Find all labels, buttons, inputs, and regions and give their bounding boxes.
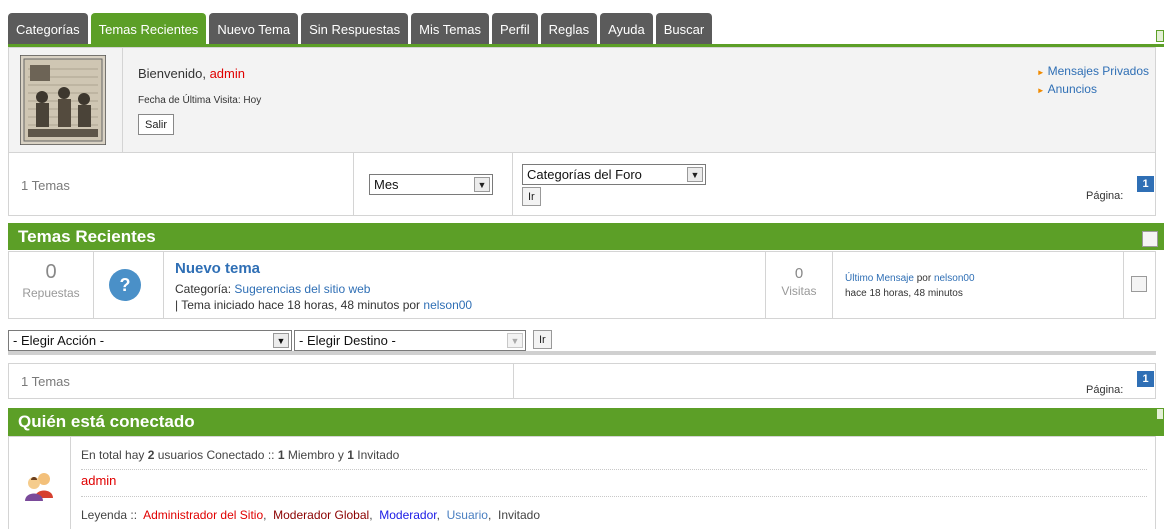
divider	[513, 364, 514, 398]
welcome-panel: Bienvenido, admin Fecha de Última Visita…	[8, 47, 1156, 153]
topic-started: | Tema iniciado hace 18 horas, 48 minuto…	[175, 298, 472, 312]
last-visit: Fecha de Última Visita: Hoy	[138, 95, 261, 106]
online-members: 1	[277, 448, 285, 462]
replies-stat: 0 Repuestas	[9, 252, 93, 300]
chevron-down-icon: ▼	[687, 167, 703, 182]
period-select[interactable]: Mes ▼	[369, 174, 493, 195]
filter-bar: 1 Temas Mes ▼ Categorías del Foro ▼ Ir P…	[8, 152, 1156, 216]
legend-global-moderator: Moderador Global	[273, 508, 370, 522]
tab-ayuda[interactable]: Ayuda	[600, 13, 653, 45]
tab-nuevo-tema[interactable]: Nuevo Tema	[209, 13, 299, 45]
replies-count: 0	[45, 261, 57, 283]
topics-count: 1 Temas	[21, 374, 70, 389]
views-stat: 0 Visitas	[766, 252, 832, 298]
online-user-list: admin	[81, 473, 1147, 497]
by-label: por	[916, 273, 932, 284]
destination-select[interactable]: - Elegir Destino - ▼	[294, 330, 526, 351]
divider	[163, 252, 164, 318]
private-messages-link[interactable]: ► Mensajes Privados	[1037, 63, 1149, 81]
avatar	[20, 55, 106, 145]
greeting-label: Bienvenido,	[138, 66, 206, 81]
topic-checkbox[interactable]	[1131, 276, 1147, 292]
action-select[interactable]: - Elegir Acción - ▼	[8, 330, 292, 351]
bottom-pagination: 1 Temas Página: 1	[8, 363, 1156, 399]
online-total: 2	[147, 448, 155, 462]
category-label: Categoría:	[175, 282, 232, 296]
tab-perfil[interactable]: Perfil	[492, 13, 538, 45]
collapse-toggle-icon[interactable]	[1156, 30, 1164, 42]
divider	[832, 252, 833, 318]
last-message-time: hace 18 horas, 48 minutos	[845, 288, 963, 299]
select-all-checkbox[interactable]	[1142, 231, 1158, 247]
views-count: 0	[794, 265, 804, 282]
last-message-user[interactable]: nelson00	[934, 273, 975, 284]
author-link[interactable]: nelson00	[423, 298, 472, 312]
moderation-bar: - Elegir Acción - ▼ - Elegir Destino - ▼…	[8, 319, 1156, 355]
question-icon: ?	[109, 269, 141, 301]
recent-topics-header: Temas Recientes	[8, 223, 1164, 250]
welcome-greeting: Bienvenido, admin	[138, 66, 245, 81]
views-label: Visitas	[781, 284, 817, 298]
main-tabs: Categorías Temas Recientes Nuevo Tema Si…	[8, 13, 713, 45]
replies-label: Repuestas	[22, 286, 80, 300]
announcements-link[interactable]: ► Anuncios	[1037, 81, 1149, 99]
legend-admin: Administrador del Sitio	[143, 508, 264, 522]
page-label: Página:	[1086, 384, 1124, 396]
divider	[1123, 252, 1124, 318]
section-title: Quién está conectado	[18, 412, 195, 431]
last-visit-label: Fecha de Última Visita:	[138, 95, 241, 106]
chevron-down-icon: ▼	[474, 177, 490, 192]
tab-categorias[interactable]: Categorías	[8, 13, 88, 45]
topic-category: Categoría: Sugerencias del sitio web	[175, 282, 370, 296]
page-number-button[interactable]: 1	[1137, 371, 1154, 387]
last-message-link[interactable]: Último Mensaje	[845, 273, 914, 284]
tab-temas-recientes[interactable]: Temas Recientes	[90, 13, 207, 45]
action-go-button[interactable]: Ir	[533, 330, 552, 349]
online-header: Quién está conectado	[8, 408, 1164, 436]
category-link[interactable]: Sugerencias del sitio web	[234, 282, 370, 296]
online-icon-cell	[9, 437, 71, 529]
avatar-cell	[9, 48, 123, 152]
online-user-link[interactable]: admin	[81, 473, 116, 488]
tab-reglas[interactable]: Reglas	[540, 13, 598, 45]
legend-guest: Invitado	[497, 508, 541, 522]
started-text: | Tema iniciado hace 18 horas, 48 minuto…	[175, 298, 421, 312]
page-label: Página:	[1086, 190, 1124, 202]
user-links: ► Mensajes Privados ► Anuncios	[1037, 63, 1149, 99]
last-message: Último Mensaje por nelson00 hace 18 hora…	[845, 271, 975, 301]
legend-user: Usuario	[446, 508, 488, 522]
last-visit-value: Hoy	[243, 95, 262, 106]
divider	[512, 153, 513, 215]
category-select[interactable]: Categorías del Foro ▼	[522, 164, 706, 185]
online-guests: 1	[347, 448, 354, 462]
topic-title-link[interactable]: Nuevo tema	[175, 260, 260, 277]
legend-label: Leyenda ::	[81, 508, 138, 522]
chevron-down-icon: ▼	[507, 333, 523, 348]
online-summary: En total hay 2 usuarios Conectado :: 1 M…	[81, 448, 1147, 470]
legend: Leyenda :: Administrador del Sitio, Mode…	[81, 508, 541, 522]
legend-moderator: Moderador	[379, 508, 437, 522]
online-panel: En total hay 2 usuarios Conectado :: 1 M…	[8, 436, 1156, 529]
logout-button[interactable]: Salir	[138, 114, 175, 135]
section-title: Temas Recientes	[18, 226, 156, 246]
current-username[interactable]: admin	[210, 66, 245, 81]
filter-go-button[interactable]: Ir	[522, 187, 541, 206]
tab-mis-temas[interactable]: Mis Temas	[411, 13, 490, 45]
tab-sin-respuestas[interactable]: Sin Respuestas	[301, 13, 409, 45]
topic-row: 0 Repuestas ? Nuevo tema Categoría: Suge…	[8, 251, 1156, 319]
divider	[93, 252, 94, 318]
tab-buscar[interactable]: Buscar	[655, 13, 713, 45]
chevron-down-icon: ▼	[273, 333, 289, 348]
arrow-right-icon: ►	[1036, 86, 1045, 95]
users-icon	[25, 473, 53, 501]
page-number-button[interactable]: 1	[1137, 176, 1154, 192]
divider	[353, 153, 354, 215]
arrow-right-icon: ►	[1036, 68, 1045, 77]
collapse-toggle-icon[interactable]	[1156, 408, 1164, 420]
topics-count: 1 Temas	[21, 178, 70, 193]
